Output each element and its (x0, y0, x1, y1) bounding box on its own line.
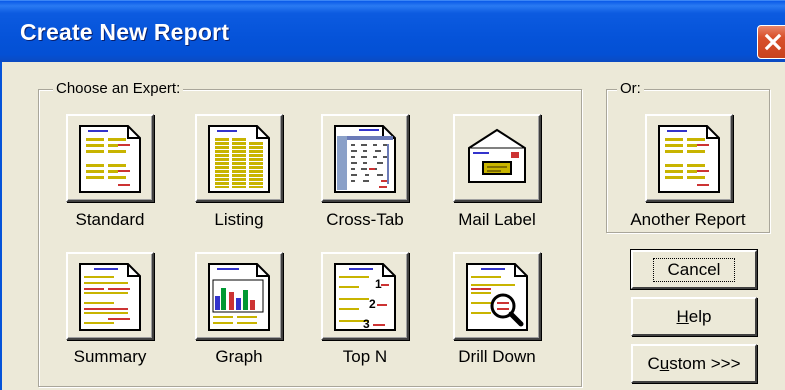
listing-label: Listing (214, 210, 264, 229)
custom-button[interactable]: Custom >>> (631, 344, 757, 383)
summary-report-icon (79, 263, 141, 331)
drill-down-expert-button[interactable] (453, 252, 541, 340)
svg-text:2: 2 (369, 297, 376, 311)
another-report-icon (658, 125, 720, 193)
top-n-expert-button[interactable]: 1 2 3 (321, 252, 409, 340)
mail-label-icon (468, 128, 526, 183)
mail-label-expert-button[interactable] (453, 114, 541, 202)
svg-text:1: 1 (375, 277, 382, 291)
standard-expert-button[interactable] (66, 114, 154, 202)
top-n-label: Top N (342, 347, 388, 366)
summary-expert-button[interactable] (66, 252, 154, 340)
listing-expert-button[interactable] (195, 114, 283, 202)
standard-report-icon (79, 125, 141, 193)
cross-tab-report-icon (334, 125, 396, 193)
cancel-button[interactable]: Cancel (630, 249, 758, 290)
cancel-button-label: Cancel (652, 257, 736, 282)
graph-report-icon (208, 263, 270, 331)
close-button[interactable] (757, 25, 785, 59)
or-group-label: Or: (617, 79, 644, 99)
help-button-label: Help (676, 306, 712, 326)
custom-button-label: Custom >>> (647, 353, 741, 373)
experts-group-label: Choose an Expert: (53, 79, 184, 99)
another-report-label: Another Report (630, 210, 746, 229)
summary-label: Summary (73, 347, 147, 366)
window-title: Create New Report (20, 19, 230, 45)
drill-down-label: Drill Down (458, 347, 536, 366)
mail-label-label: Mail Label (458, 210, 536, 229)
listing-report-icon (208, 125, 270, 193)
graph-label: Graph (215, 347, 263, 366)
close-icon (764, 33, 782, 51)
svg-text:3: 3 (363, 317, 370, 331)
title-bar[interactable]: Create New Report (0, 0, 785, 62)
standard-label: Standard (75, 210, 145, 229)
drill-down-report-icon (466, 263, 528, 331)
dialog-body: Choose an Expert: Standard Listing Cross… (0, 62, 785, 390)
top-n-report-icon: 1 2 3 (334, 263, 396, 331)
help-button[interactable]: Help (631, 297, 757, 336)
another-report-button[interactable] (645, 114, 733, 202)
cross-tab-expert-button[interactable] (321, 114, 409, 202)
cross-tab-label: Cross-Tab (326, 210, 404, 229)
graph-expert-button[interactable] (195, 252, 283, 340)
